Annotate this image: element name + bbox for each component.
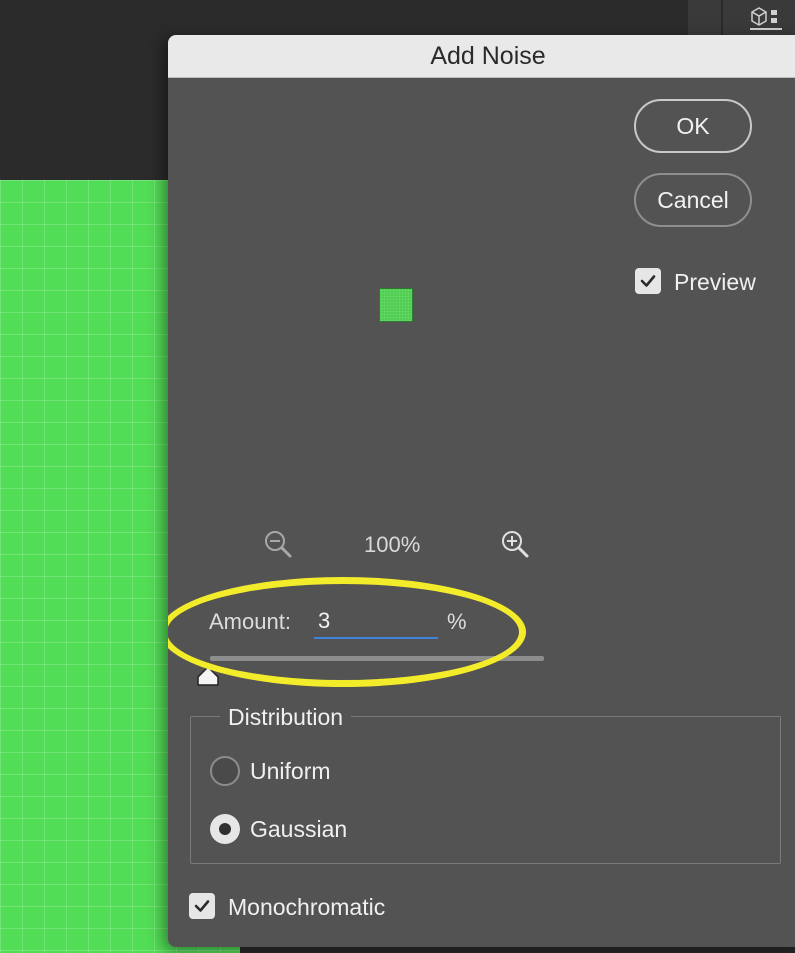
gaussian-label[interactable]: Gaussian <box>250 816 347 843</box>
zoom-in-icon[interactable] <box>500 529 530 559</box>
dialog-title: Add Noise <box>168 35 795 78</box>
amount-label: Amount: <box>209 609 291 634</box>
distribution-legend: Distribution <box>220 704 352 731</box>
amount-slider-track[interactable] <box>210 656 544 661</box>
amount-unit: % <box>447 609 467 634</box>
amount-slider-thumb[interactable] <box>196 665 220 687</box>
checkmark-icon <box>640 275 656 287</box>
cancel-button[interactable]: Cancel <box>634 173 752 227</box>
uniform-label[interactable]: Uniform <box>250 758 331 785</box>
preview-checkbox[interactable] <box>635 268 661 294</box>
noise-preview-image[interactable] <box>379 288 413 322</box>
uniform-radio[interactable] <box>210 756 240 786</box>
add-noise-dialog: Add Noise OK Cancel Preview 100% Amount:… <box>168 35 795 947</box>
3d-cube-icon[interactable] <box>748 6 784 30</box>
ok-button[interactable]: OK <box>634 99 752 153</box>
amount-input[interactable] <box>314 605 438 639</box>
zoom-out-icon[interactable] <box>263 529 293 559</box>
monochromatic-checkbox[interactable] <box>189 893 215 919</box>
gaussian-radio[interactable] <box>210 814 240 844</box>
preview-label[interactable]: Preview <box>674 269 756 296</box>
monochromatic-label[interactable]: Monochromatic <box>228 894 385 921</box>
checkmark-icon <box>194 900 210 912</box>
zoom-percentage: 100% <box>364 532 421 557</box>
radio-selected-dot <box>219 823 231 835</box>
